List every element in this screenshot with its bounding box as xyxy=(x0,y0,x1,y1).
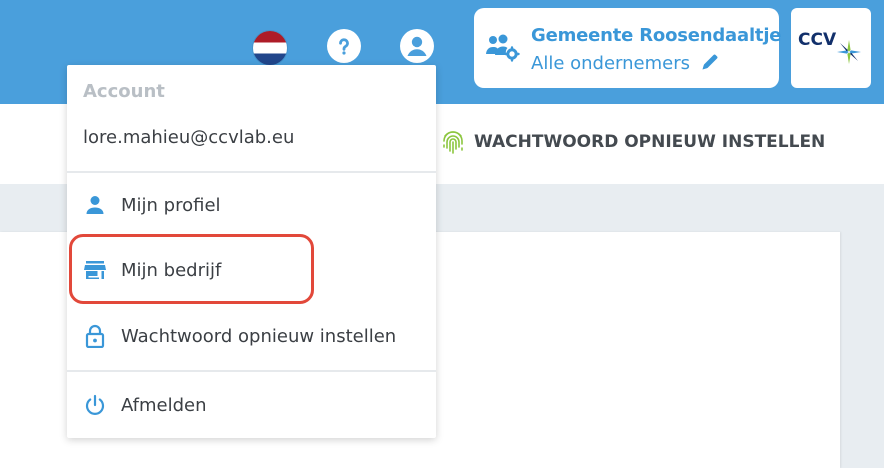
menu-item-label: Afmelden xyxy=(121,394,207,416)
menu-item-my-profile[interactable]: Mijn profiel xyxy=(67,181,436,229)
ccv-star-icon xyxy=(837,40,861,64)
logo-text: CCV xyxy=(798,30,837,50)
organization-subtitle-text: Alle ondernemers xyxy=(531,53,690,74)
power-icon xyxy=(83,393,107,417)
menu-item-reset-password[interactable]: Wachtwoord opnieuw instellen xyxy=(67,312,436,360)
highlight-annotation xyxy=(69,234,314,304)
fingerprint-icon xyxy=(443,131,463,154)
reset-password-nav-item[interactable]: WACHTWOORD OPNIEUW INSTELLEN xyxy=(440,128,825,156)
users-cog-icon xyxy=(486,34,520,62)
menu-divider xyxy=(67,370,436,372)
account-email: lore.mahieu@ccvlab.eu xyxy=(83,127,295,148)
lock-icon xyxy=(83,324,107,348)
reset-password-nav-label: WACHTWOORD OPNIEUW INSTELLEN xyxy=(474,132,826,152)
menu-item-label: Mijn profiel xyxy=(121,194,221,216)
netherlands-flag-icon[interactable] xyxy=(253,31,287,65)
menu-header: Account xyxy=(83,81,165,102)
organization-switcher[interactable]: Gemeente Roosendaaltje Alle ondernemers xyxy=(474,8,782,88)
pencil-icon[interactable] xyxy=(700,52,720,72)
menu-divider xyxy=(67,171,436,173)
help-icon[interactable] xyxy=(327,29,361,63)
ccv-logo[interactable]: CCV xyxy=(791,8,871,88)
menu-item-label: Wachtwoord opnieuw instellen xyxy=(121,325,397,347)
person-icon xyxy=(83,193,107,217)
organization-name: Gemeente Roosendaaltje xyxy=(531,25,782,46)
menu-item-logout[interactable]: Afmelden xyxy=(67,381,436,429)
organization-subtitle[interactable]: Alle ondernemers xyxy=(531,52,720,74)
user-account-icon[interactable] xyxy=(400,29,434,63)
